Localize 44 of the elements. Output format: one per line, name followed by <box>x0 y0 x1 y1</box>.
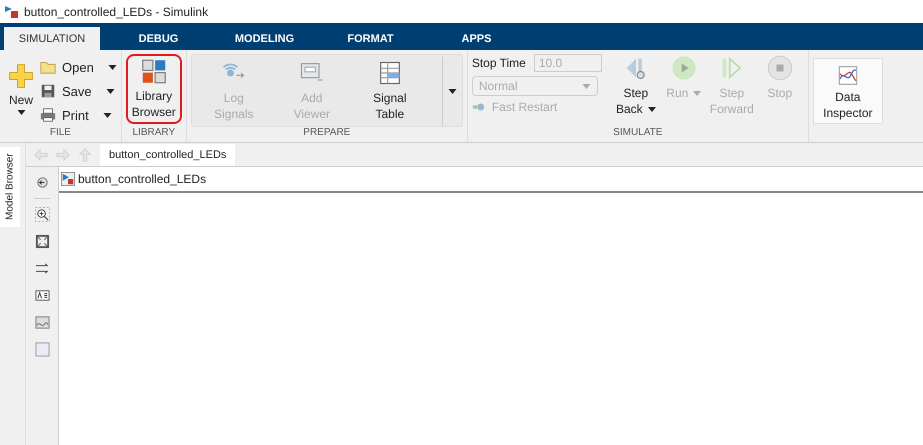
library-browser-button[interactable]: Library Browser <box>126 54 182 124</box>
fit-view-icon[interactable] <box>34 234 50 249</box>
plus-icon <box>7 62 35 90</box>
caret-icon <box>108 64 117 70</box>
caret-icon <box>16 110 26 115</box>
caret-icon <box>693 91 702 96</box>
image-icon[interactable] <box>34 315 50 330</box>
data-inspector-button[interactable]: Data Inspector <box>812 58 883 124</box>
caret-icon <box>448 89 457 94</box>
ribbon-tab[interactable]: SIMULATION <box>4 27 100 50</box>
group-label: LIBRARY <box>132 127 176 140</box>
group-label: SIMULATE <box>612 127 664 140</box>
caret-icon <box>582 84 591 88</box>
caret-icon <box>102 112 112 118</box>
file-menu-button[interactable]: Save <box>40 80 117 102</box>
arrows-icon[interactable] <box>34 261 50 276</box>
printer-icon <box>40 107 56 123</box>
file-menu-button[interactable]: Print <box>40 104 117 126</box>
ribbon-tab[interactable]: FORMAT <box>323 27 418 50</box>
model-browser-tab[interactable]: Model Browser <box>0 147 20 227</box>
folder-icon <box>40 59 56 75</box>
stop-time-label: Stop Time <box>472 56 526 70</box>
ribbon-tab[interactable]: APPS <box>429 27 524 50</box>
file-menu-button[interactable]: Open <box>40 56 117 78</box>
zoom-icon[interactable] <box>34 207 50 222</box>
ribbon-tab[interactable]: MODELING <box>217 27 312 50</box>
new-button[interactable]: New <box>4 54 38 117</box>
model-icon <box>61 172 75 186</box>
simulate-button[interactable]: Step Back <box>612 54 660 119</box>
caret-icon <box>648 107 656 112</box>
breadcrumb[interactable]: button_controlled_LEDs <box>61 172 206 186</box>
group-label: FILE <box>48 127 72 140</box>
hide-icon[interactable] <box>34 175 50 190</box>
ribbon-tab[interactable]: DEBUG <box>111 27 206 50</box>
simulink-icon <box>4 4 20 20</box>
play-icon <box>670 54 698 82</box>
prepare-button[interactable]: Signal Table <box>352 57 428 124</box>
annotation-icon[interactable] <box>34 288 50 303</box>
group-label: PREPARE <box>302 127 352 140</box>
caret-icon <box>106 88 115 94</box>
stop-icon <box>766 54 794 82</box>
window-title: button_controlled_LEDs - Simulink <box>24 4 208 18</box>
model-tab[interactable]: button_controlled_LEDs <box>100 144 236 166</box>
grid-icon <box>140 58 168 85</box>
